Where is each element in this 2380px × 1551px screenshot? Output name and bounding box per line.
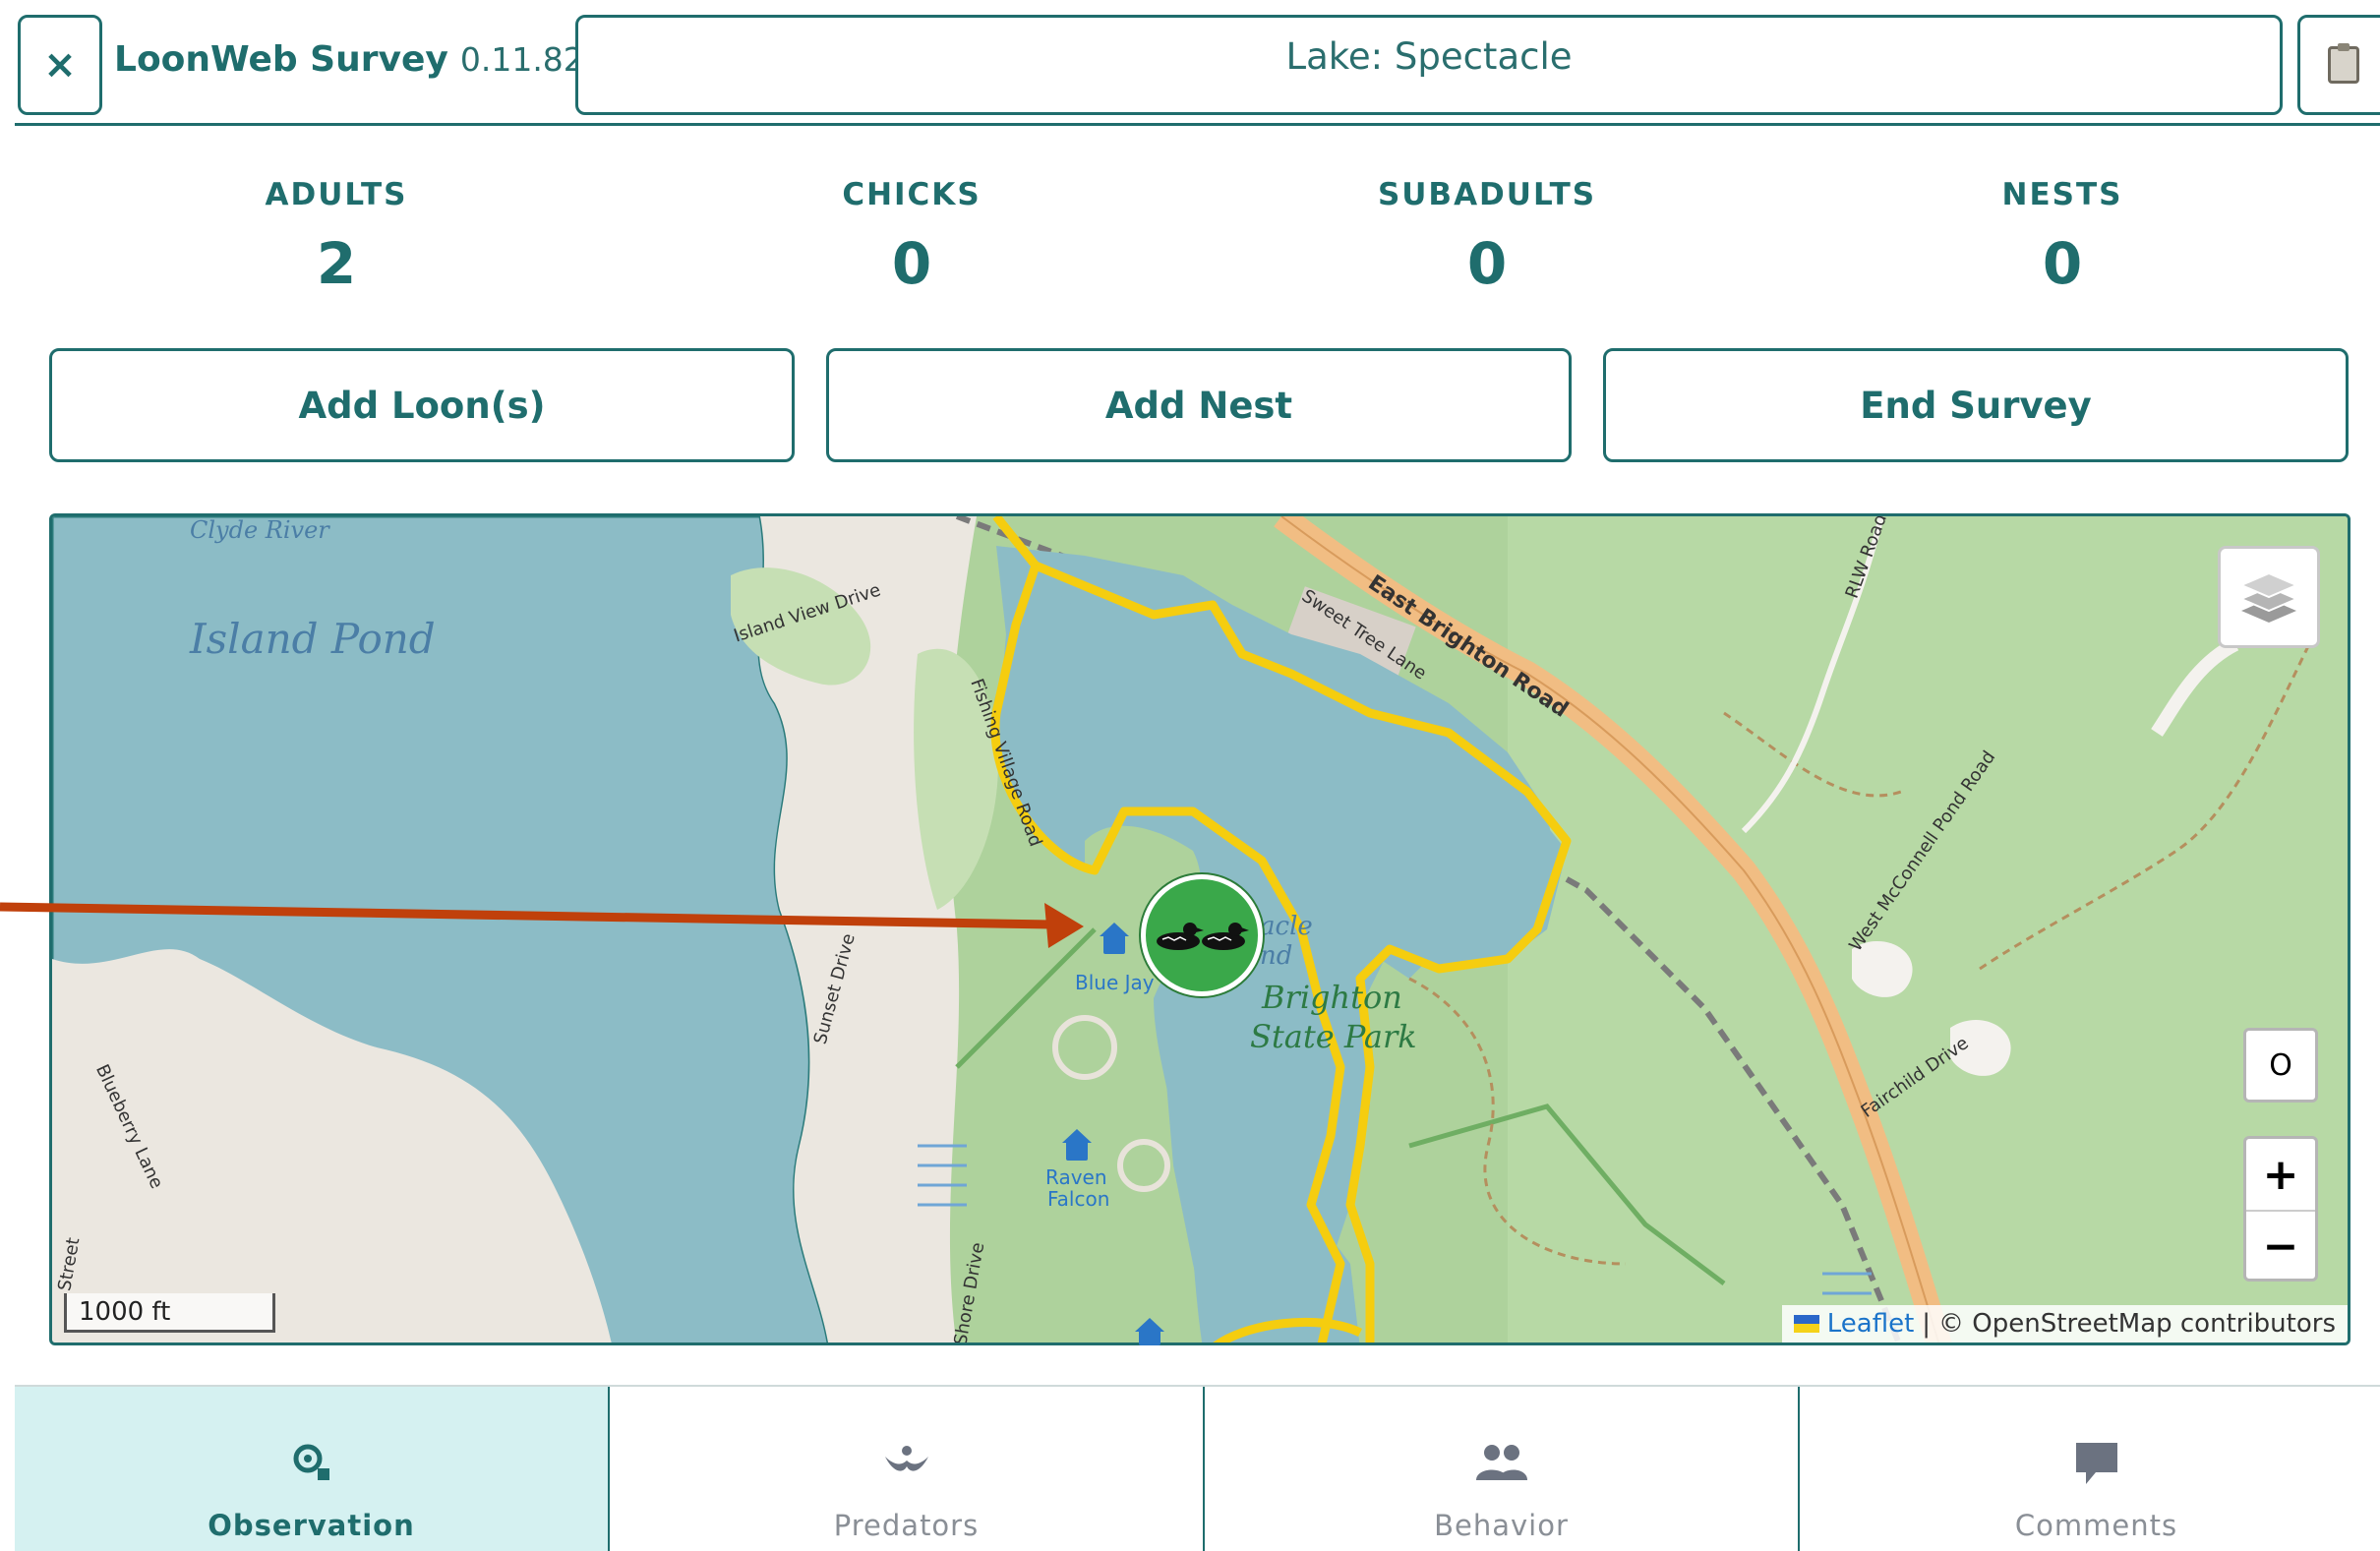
- campground: [1117, 1139, 1170, 1192]
- zoom-control: + −: [2243, 1136, 2318, 1282]
- stat-label: ADULTS: [265, 177, 408, 212]
- stat-nests: NESTS 0: [1866, 177, 2259, 297]
- observation-icon: [290, 1436, 333, 1489]
- tab-label: Comments: [2014, 1509, 2178, 1542]
- lake-selector[interactable]: Lake: Spectacle: [575, 15, 2283, 115]
- label-island-pond: Island Pond: [190, 615, 436, 663]
- behavior-icon: [1474, 1436, 1529, 1489]
- stat-label: NESTS: [2001, 177, 2123, 212]
- map-attribution: Leaflet | © OpenStreetMap contributors: [1781, 1305, 2348, 1342]
- tab-label: Observation: [208, 1509, 415, 1542]
- comments-icon: [2072, 1436, 2121, 1489]
- stat-subadults: SUBADULTS 0: [1290, 177, 1684, 297]
- stat-adults: ADULTS 2: [140, 177, 533, 297]
- lake-label: Lake: Spectacle: [1285, 35, 1573, 78]
- add-loons-button[interactable]: Add Loon(s): [49, 348, 795, 462]
- stat-label: CHICKS: [842, 177, 982, 212]
- stat-value: 2: [316, 230, 357, 297]
- end-survey-button[interactable]: End Survey: [1603, 348, 2349, 462]
- label-falcon: Falcon: [1047, 1187, 1110, 1211]
- tab-label: Behavior: [1434, 1509, 1569, 1542]
- tab-comments[interactable]: Comments: [1800, 1387, 2380, 1551]
- app-name: LoonWeb Survey: [114, 39, 448, 80]
- campground: [1052, 1015, 1117, 1080]
- label-state-park: State Park: [1250, 1018, 1417, 1055]
- close-icon: ×: [43, 42, 77, 88]
- layers-button[interactable]: [2218, 546, 2320, 648]
- stat-value: 0: [891, 230, 932, 297]
- clipboard-button[interactable]: [2297, 15, 2380, 115]
- tab-predators[interactable]: Predators: [610, 1387, 1205, 1551]
- label-spectacle: acle: [1260, 912, 1313, 941]
- predators-icon: [883, 1436, 930, 1489]
- label-blue-jay: Blue Jay: [1075, 971, 1155, 994]
- tab-label: Predators: [833, 1509, 980, 1542]
- bottom-tab-bar: Observation Predators Behavior Comments: [15, 1385, 2380, 1551]
- scale-bar: 1000 ft: [64, 1293, 275, 1333]
- clipboard-icon: [2328, 43, 2359, 84]
- layers-icon: [2238, 571, 2299, 623]
- label-clyde-river: Clyde River: [190, 516, 329, 544]
- label-brighton: Brighton: [1262, 979, 1402, 1016]
- label-pond: nd: [1260, 941, 1293, 971]
- attribution-separator: |: [1922, 1309, 1932, 1339]
- add-nest-button[interactable]: Add Nest: [826, 348, 1572, 462]
- map[interactable]: Island Pond Clyde River acle nd Brighton…: [49, 513, 2350, 1345]
- loon-pair-icon: [1157, 923, 1249, 950]
- stat-value: 0: [1466, 230, 1508, 297]
- leaflet-link[interactable]: Leaflet: [1827, 1309, 1915, 1339]
- ukraine-flag-icon: [1793, 1315, 1819, 1333]
- stat-chicks: CHICKS 0: [715, 177, 1108, 297]
- tab-observation[interactable]: Observation: [15, 1387, 610, 1551]
- close-button[interactable]: ×: [18, 15, 102, 115]
- osm-attribution[interactable]: © OpenStreetMap contributors: [1938, 1309, 2336, 1339]
- label-raven: Raven: [1045, 1165, 1107, 1189]
- header-divider: [15, 123, 2380, 126]
- app-title: LoonWeb Survey 0.11.827: [114, 39, 605, 94]
- zoom-in-button[interactable]: +: [2246, 1139, 2315, 1210]
- tab-behavior[interactable]: Behavior: [1205, 1387, 1800, 1551]
- stat-label: SUBADULTS: [1377, 177, 1597, 212]
- stat-value: 0: [2042, 230, 2083, 297]
- orientation-button[interactable]: O: [2243, 1028, 2318, 1103]
- zoom-out-button[interactable]: −: [2246, 1210, 2315, 1279]
- loon-observation-marker[interactable]: [1141, 874, 1263, 996]
